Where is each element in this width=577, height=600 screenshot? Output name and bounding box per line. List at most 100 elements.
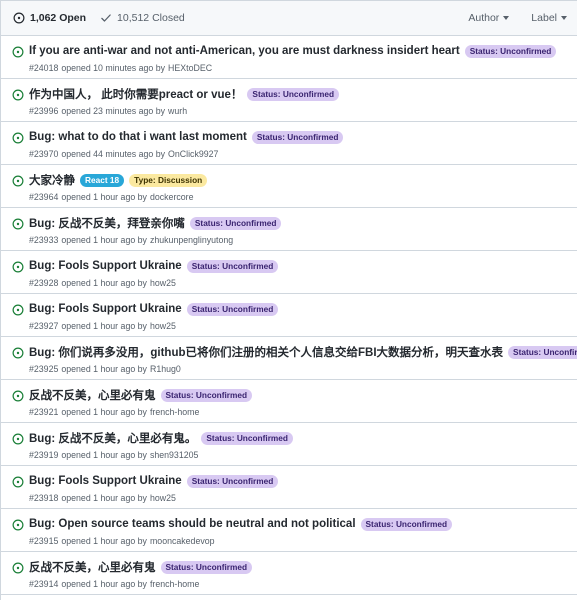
label-filter-label: Label xyxy=(531,12,557,24)
issue-title-link[interactable]: Bug: 你们说再多没用，github已将你们注册的相关个人信息交给FBI大数据… xyxy=(29,344,503,360)
issue-author-link[interactable]: HEXtoDEC xyxy=(168,63,212,73)
issue-title-link[interactable]: Bug: Open source teams should be neutral… xyxy=(29,518,356,530)
issue-label[interactable]: Status: Unconfirmed xyxy=(189,216,282,230)
issue-title-link[interactable]: 大家冷静 xyxy=(29,172,75,188)
issue-row[interactable]: Bug: 你们说再多没用，github已将你们注册的相关个人信息交给FBI大数据… xyxy=(1,337,577,380)
issue-title-link[interactable]: If you are anti-war and not anti-America… xyxy=(29,45,460,57)
issue-meta: #23919 opened 1 hour ago by shen931205 xyxy=(29,450,569,460)
issue-title-link[interactable]: Bug: 反战不反美，拜登亲你嘴 xyxy=(29,215,185,231)
open-issues-filter[interactable]: 1,062 Open xyxy=(13,12,86,24)
issue-label[interactable]: Status: Unconfirmed xyxy=(186,302,279,316)
issue-row[interactable]: If you are anti-war and not anti-America… xyxy=(1,36,577,79)
issue-author-link[interactable]: shen931205 xyxy=(150,450,198,460)
issue-author-link[interactable]: french-home xyxy=(150,579,199,589)
issue-author-link[interactable]: R1hug0 xyxy=(150,364,181,374)
issue-title-link[interactable]: 反战不反美，心里必有鬼 xyxy=(29,559,156,575)
issue-opened-icon xyxy=(12,561,24,574)
issues-list: 1,062 Open 10,512 Closed Author Label If… xyxy=(0,0,577,600)
issue-title-link[interactable]: Bug: Fools Support Ukraine xyxy=(29,475,182,487)
open-count: 1,062 Open xyxy=(30,12,87,24)
issue-title-line: 反战不反美，心里必有鬼 Status: Unconfirmed xyxy=(29,559,569,575)
issue-label[interactable]: React 18 xyxy=(80,173,125,187)
issue-author-link[interactable]: zhukunpenglinyutong xyxy=(150,235,233,245)
issue-body: 反战不反美，心里必有鬼 Status: Unconfirmed #23914 open… xyxy=(29,559,569,589)
issue-label[interactable]: Status: Unconfirmed xyxy=(360,517,453,531)
issue-author-link[interactable]: wurh xyxy=(168,106,187,116)
issue-label[interactable]: Status: Unconfirmed xyxy=(186,259,279,273)
issue-opened-icon xyxy=(12,518,24,531)
issue-row[interactable]: Bug: 反战不反美，拜登亲你嘴 Status: Unconfirmed #2393… xyxy=(1,208,577,251)
issue-body: Bug: 反战不反美，心里必有鬼。 Status: Unconfirmed #239… xyxy=(29,430,569,460)
issue-meta: #24018 opened 10 minutes ago by HEXtoDEC xyxy=(29,63,569,73)
issue-title-link[interactable]: Bug: Fools Support Ukraine xyxy=(29,260,182,272)
issue-title-link[interactable]: Bug: what to do that i want last moment xyxy=(29,131,247,143)
issue-author-link[interactable]: OnClick9927 xyxy=(168,149,218,159)
issue-label[interactable]: Status: Unconfirmed xyxy=(464,44,557,58)
issue-row[interactable]: 大家冷静 React 18 Type: Discussion #23964 opened… xyxy=(1,165,577,208)
issue-label[interactable]: Status: Unconfirmed xyxy=(186,474,279,488)
issue-author-link[interactable]: french-home xyxy=(150,407,199,417)
issue-title-line: Bug: what to do that i want last moment S… xyxy=(29,129,569,145)
issue-number: #23925 xyxy=(29,364,59,374)
issue-row[interactable]: 反战不反美，心里必有鬼 Status: Unconfirmed #23921 open… xyxy=(1,380,577,423)
issue-title-line: Bug: 反战不反美，心里必有鬼。 Status: Unconfirmed xyxy=(29,430,569,446)
issue-label[interactable]: Status: Unconfirmed xyxy=(508,345,577,359)
issue-number: #23919 xyxy=(29,450,59,460)
issue-title-line: Bug: 你们说再多没用，github已将你们注册的相关个人信息交给FBI大数据… xyxy=(29,344,577,360)
issue-body: Bug: Fools Support Ukraine Status: Unconf… xyxy=(29,473,569,503)
issue-author-link[interactable]: how25 xyxy=(150,321,176,331)
issue-row[interactable]: Bug: Fools Support Ukraine Status: Unconf… xyxy=(1,466,577,509)
issue-opened-text: opened 1 hour ago by xyxy=(61,278,147,288)
issue-row[interactable]: Bug: Fools Support Ukraine Status: Unconf… xyxy=(1,294,577,337)
issue-row[interactable]: Bug: 反战不反美，心里必有鬼。 Status: Unconfirmed #239… xyxy=(1,423,577,466)
issue-opened-icon xyxy=(12,346,24,359)
issue-meta: #23915 opened 1 hour ago by mooncakedevop xyxy=(29,536,569,546)
issue-body: Bug: 反战不反美，拜登亲你嘴 Status: Unconfirmed #2393… xyxy=(29,215,569,245)
caret-down-icon xyxy=(561,16,567,20)
issue-opened-text: opened 1 hour ago by xyxy=(61,579,147,589)
issue-label[interactable]: Status: Unconfirmed xyxy=(160,388,253,402)
issue-label[interactable]: Status: Unconfirmed xyxy=(160,560,253,574)
issue-title-link[interactable]: 反战不反美，心里必有鬼 xyxy=(29,387,156,403)
issue-meta: #23970 opened 44 minutes ago by OnClick992… xyxy=(29,149,569,159)
author-filter[interactable]: Author xyxy=(468,12,510,24)
issue-body: 作为中国人， 此时你需要preact or vue！ Status: Unconf… xyxy=(29,86,569,116)
issue-body: 反战不反美，心里必有鬼 Status: Unconfirmed #23921 open… xyxy=(29,387,569,417)
issue-opened-text: opened 1 hour ago by xyxy=(61,407,147,417)
label-filter[interactable]: Label xyxy=(531,12,567,24)
caret-down-icon xyxy=(503,16,510,20)
issue-title-link[interactable]: 作为中国人， 此时你需要preact or vue！ xyxy=(29,86,242,102)
issue-label[interactable]: Status: Unconfirmed xyxy=(247,87,340,101)
issue-opened-text: opened 1 hour ago by xyxy=(61,235,147,245)
issue-label[interactable]: Status: Unconfirmed xyxy=(251,130,344,144)
issue-opened-icon xyxy=(12,131,24,144)
issue-number: #23970 xyxy=(29,149,59,159)
issue-opened-icon xyxy=(12,432,24,445)
issue-row[interactable]: Bug: Fools Support Ukraine Status: Unconf… xyxy=(1,251,577,294)
issue-author-link[interactable]: how25 xyxy=(150,278,176,288)
filter-menus: Author Label xyxy=(468,12,567,24)
issue-row[interactable]: Bug: Open source teams should be neutral… xyxy=(1,509,577,552)
issue-body: Bug: what to do that i want last moment S… xyxy=(29,129,569,159)
issue-opened-text: opened 23 minutes ago by xyxy=(61,106,166,116)
issue-number: #23996 xyxy=(29,106,59,116)
issue-rows: If you are anti-war and not anti-America… xyxy=(1,36,577,595)
issue-label[interactable]: Type: Discussion xyxy=(129,173,208,187)
issue-row[interactable]: 作为中国人， 此时你需要preact or vue！ Status: Unconf… xyxy=(1,79,577,122)
closed-issues-filter[interactable]: 10,512 Closed xyxy=(100,12,185,24)
issue-title-link[interactable]: Bug: 反战不反美，心里必有鬼。 xyxy=(29,430,196,446)
issue-row[interactable]: Bug: what to do that i want last moment S… xyxy=(1,122,577,165)
issue-author-link[interactable]: how25 xyxy=(150,493,176,503)
issue-author-link[interactable]: dockercore xyxy=(150,192,194,202)
issues-list-header: 1,062 Open 10,512 Closed Author Label xyxy=(1,1,577,36)
issue-opened-icon xyxy=(12,45,24,58)
issue-number: #23964 xyxy=(29,192,59,202)
issue-number: #23927 xyxy=(29,321,59,331)
issue-label[interactable]: Status: Unconfirmed xyxy=(201,431,293,445)
closed-count: 10,512 Closed xyxy=(117,12,185,24)
issue-author-link[interactable]: mooncakedevop xyxy=(150,536,215,546)
issue-title-line: Bug: 反战不反美，拜登亲你嘴 Status: Unconfirmed xyxy=(29,215,569,231)
issue-row[interactable]: 反战不反美，心里必有鬼 Status: Unconfirmed #23914 open… xyxy=(1,552,577,595)
issue-title-link[interactable]: Bug: Fools Support Ukraine xyxy=(29,303,182,315)
issue-number: #23915 xyxy=(29,536,59,546)
